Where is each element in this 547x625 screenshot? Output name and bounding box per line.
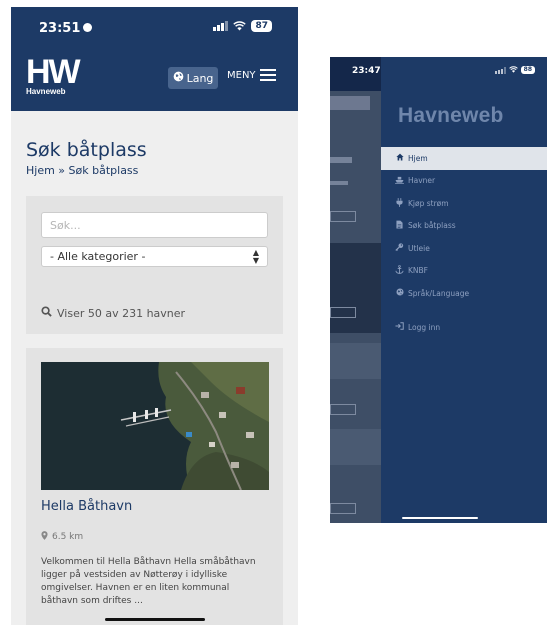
harbor-description: Velkommen til Hella Båthavn Hella småbåt… [41,557,256,606]
language-label: Lang [186,71,214,85]
breadcrumb[interactable]: Hjem » Søk båtplass [26,164,138,177]
drawer-item-knbf[interactable]: KNBF [381,260,547,283]
key-icon [395,243,404,253]
harbor-distance: 6.5 km [41,531,83,543]
status-icons: 87 [213,20,272,32]
navigation-drawer: 88 Havneweb Hjem Havner Kjøp strøm Søk b… [381,57,547,523]
dimmed-button [330,307,356,318]
harbor-card[interactable]: Hella Båthavn 6.5 km Velkommen til Hella… [26,348,283,625]
dimmed-menu-button [330,96,370,110]
globe-icon [395,288,404,298]
dimmed-text [330,157,352,163]
category-select[interactable]: - Alle kategorier - ▲ ▼ [41,246,268,267]
drawer-item-hjem[interactable]: Hjem [381,147,547,170]
home-indicator[interactable] [105,618,205,621]
dimmed-page-background[interactable] [330,57,381,523]
home-indicator[interactable] [402,517,478,519]
drawer-item-label: Søk båtplass [408,221,456,231]
language-button[interactable]: Lang [168,67,218,89]
status-time: 23:51 [39,21,93,36]
select-arrows-icon: ▲ ▼ [252,247,259,265]
anchor-icon [395,265,404,276]
harbor-distance-text: 6.5 km [52,532,84,542]
plug-icon [395,197,404,209]
drawer-item-sok-batplass[interactable]: Søk båtplass [381,215,547,238]
phone-screen-right: 23:47 88 Havneweb Hjem Havner Kjøp strøm… [330,57,547,523]
document-icon [395,220,404,231]
ship-icon [395,176,404,186]
battery-indicator: 88 [520,66,535,74]
drawer-item-label: Kjøp strøm [408,198,449,208]
site-logo[interactable]: HW Havneweb [26,55,82,96]
status-icons: 88 [494,66,535,74]
globe-icon [173,71,184,85]
dimmed-text [330,181,348,185]
search-panel: - Alle kategorier - ▲▼ Viser 50 av 231 h… [26,196,283,334]
dimmed-card [330,343,381,379]
wifi-icon [508,66,518,74]
status-time-text: 23:47 [352,66,381,76]
sign-in-icon [395,322,404,332]
dimmed-button [330,404,356,415]
drawer-item-label: Havner [408,176,436,186]
result-count: Viser 50 av 231 havner [41,306,185,320]
site-header: 23:51 87 HW Havneweb Lang MENY [11,7,298,111]
page-title: Søk båtplass [26,139,147,161]
phone-screen-left: 23:51 87 HW Havneweb Lang MENY Søk båtpl… [11,7,298,625]
dimmed-button [330,211,356,222]
logo-mark: HW [26,53,81,91]
menu-button[interactable]: MENY [227,69,276,81]
result-count-text: Viser 50 av 231 havner [57,306,186,320]
drawer-item-label: KNBF [408,266,428,276]
wifi-icon [233,20,247,32]
drawer-item-utleie[interactable]: Utleie [381,237,547,260]
signal-icon [213,21,229,31]
battery-indicator: 87 [251,20,272,32]
drawer-item-sprak[interactable]: Språk/Language [381,282,547,305]
drawer-item-label: Språk/Language [408,288,470,298]
dimmed-card [330,429,381,465]
drawer-logo[interactable]: Havneweb [398,104,503,128]
category-selected-value: - Alle kategorier - [50,250,146,263]
status-time-text: 23:51 [39,21,81,36]
drawer-item-label: Utleie [408,243,430,253]
dimmed-image [330,243,381,333]
signal-icon [494,66,506,74]
login-link[interactable]: Logg inn [395,322,440,332]
home-icon [395,153,404,163]
drawer-item-kjop-strom[interactable]: Kjøp strøm [381,192,547,215]
hamburger-icon [259,69,276,81]
menu-label: MENY [227,69,256,81]
search-input[interactable] [41,212,268,238]
harbor-aerial-image[interactable] [41,362,269,490]
login-label: Logg inn [408,322,441,332]
focus-mode-icon [83,23,93,32]
dimmed-button [330,503,356,514]
drawer-item-havner[interactable]: Havner [381,170,547,193]
map-marker-icon [41,531,48,543]
drawer-menu: Hjem Havner Kjøp strøm Søk båtplass Utle… [381,147,547,305]
search-icon [41,306,52,320]
drawer-item-label: Hjem [408,153,428,163]
harbor-title[interactable]: Hella Båthavn [41,499,132,514]
